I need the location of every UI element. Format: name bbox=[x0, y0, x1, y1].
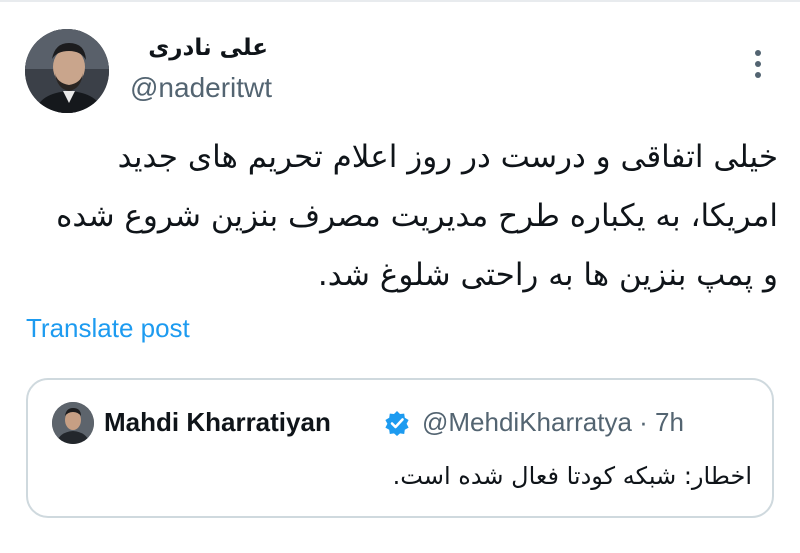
tweet-text-line: امریکا، به یکباره طرح مدیریت مصرف بنزین … bbox=[56, 198, 778, 234]
quoted-author-avatar[interactable] bbox=[52, 402, 94, 444]
author-handle[interactable]: @naderitwt bbox=[130, 70, 272, 106]
top-divider bbox=[0, 0, 800, 2]
verified-badge-icon bbox=[384, 410, 410, 436]
author-avatar[interactable] bbox=[25, 29, 109, 113]
quoted-author-handle-time[interactable]: @MehdiKharratya · 7h bbox=[422, 404, 684, 440]
author-display-name[interactable]: علی نادری bbox=[128, 34, 268, 62]
more-vertical-icon[interactable] bbox=[748, 46, 768, 82]
quoted-tweet-text: اخطار: شبکه کودتا فعال شده است. bbox=[392, 462, 752, 490]
quoted-tweet-card[interactable]: Mahdi Kharratiyan @MehdiKharratya · 7h ا… bbox=[26, 378, 774, 518]
tweet-view: علی نادری @naderitwt خیلی اتفاقی و درست … bbox=[0, 0, 800, 553]
quoted-author-name[interactable]: Mahdi Kharratiyan bbox=[104, 404, 331, 440]
tweet-text-line: خیلی اتفاقی و درست در روز اعلام تحریم ها… bbox=[117, 139, 778, 175]
translate-post-link[interactable]: Translate post bbox=[26, 310, 190, 346]
tweet-text-line: و پمپ بنزین ها به راحتی شلوغ شد. bbox=[317, 257, 778, 293]
tweet-text: خیلی اتفاقی و درست در روز اعلام تحریم ها… bbox=[30, 128, 778, 305]
